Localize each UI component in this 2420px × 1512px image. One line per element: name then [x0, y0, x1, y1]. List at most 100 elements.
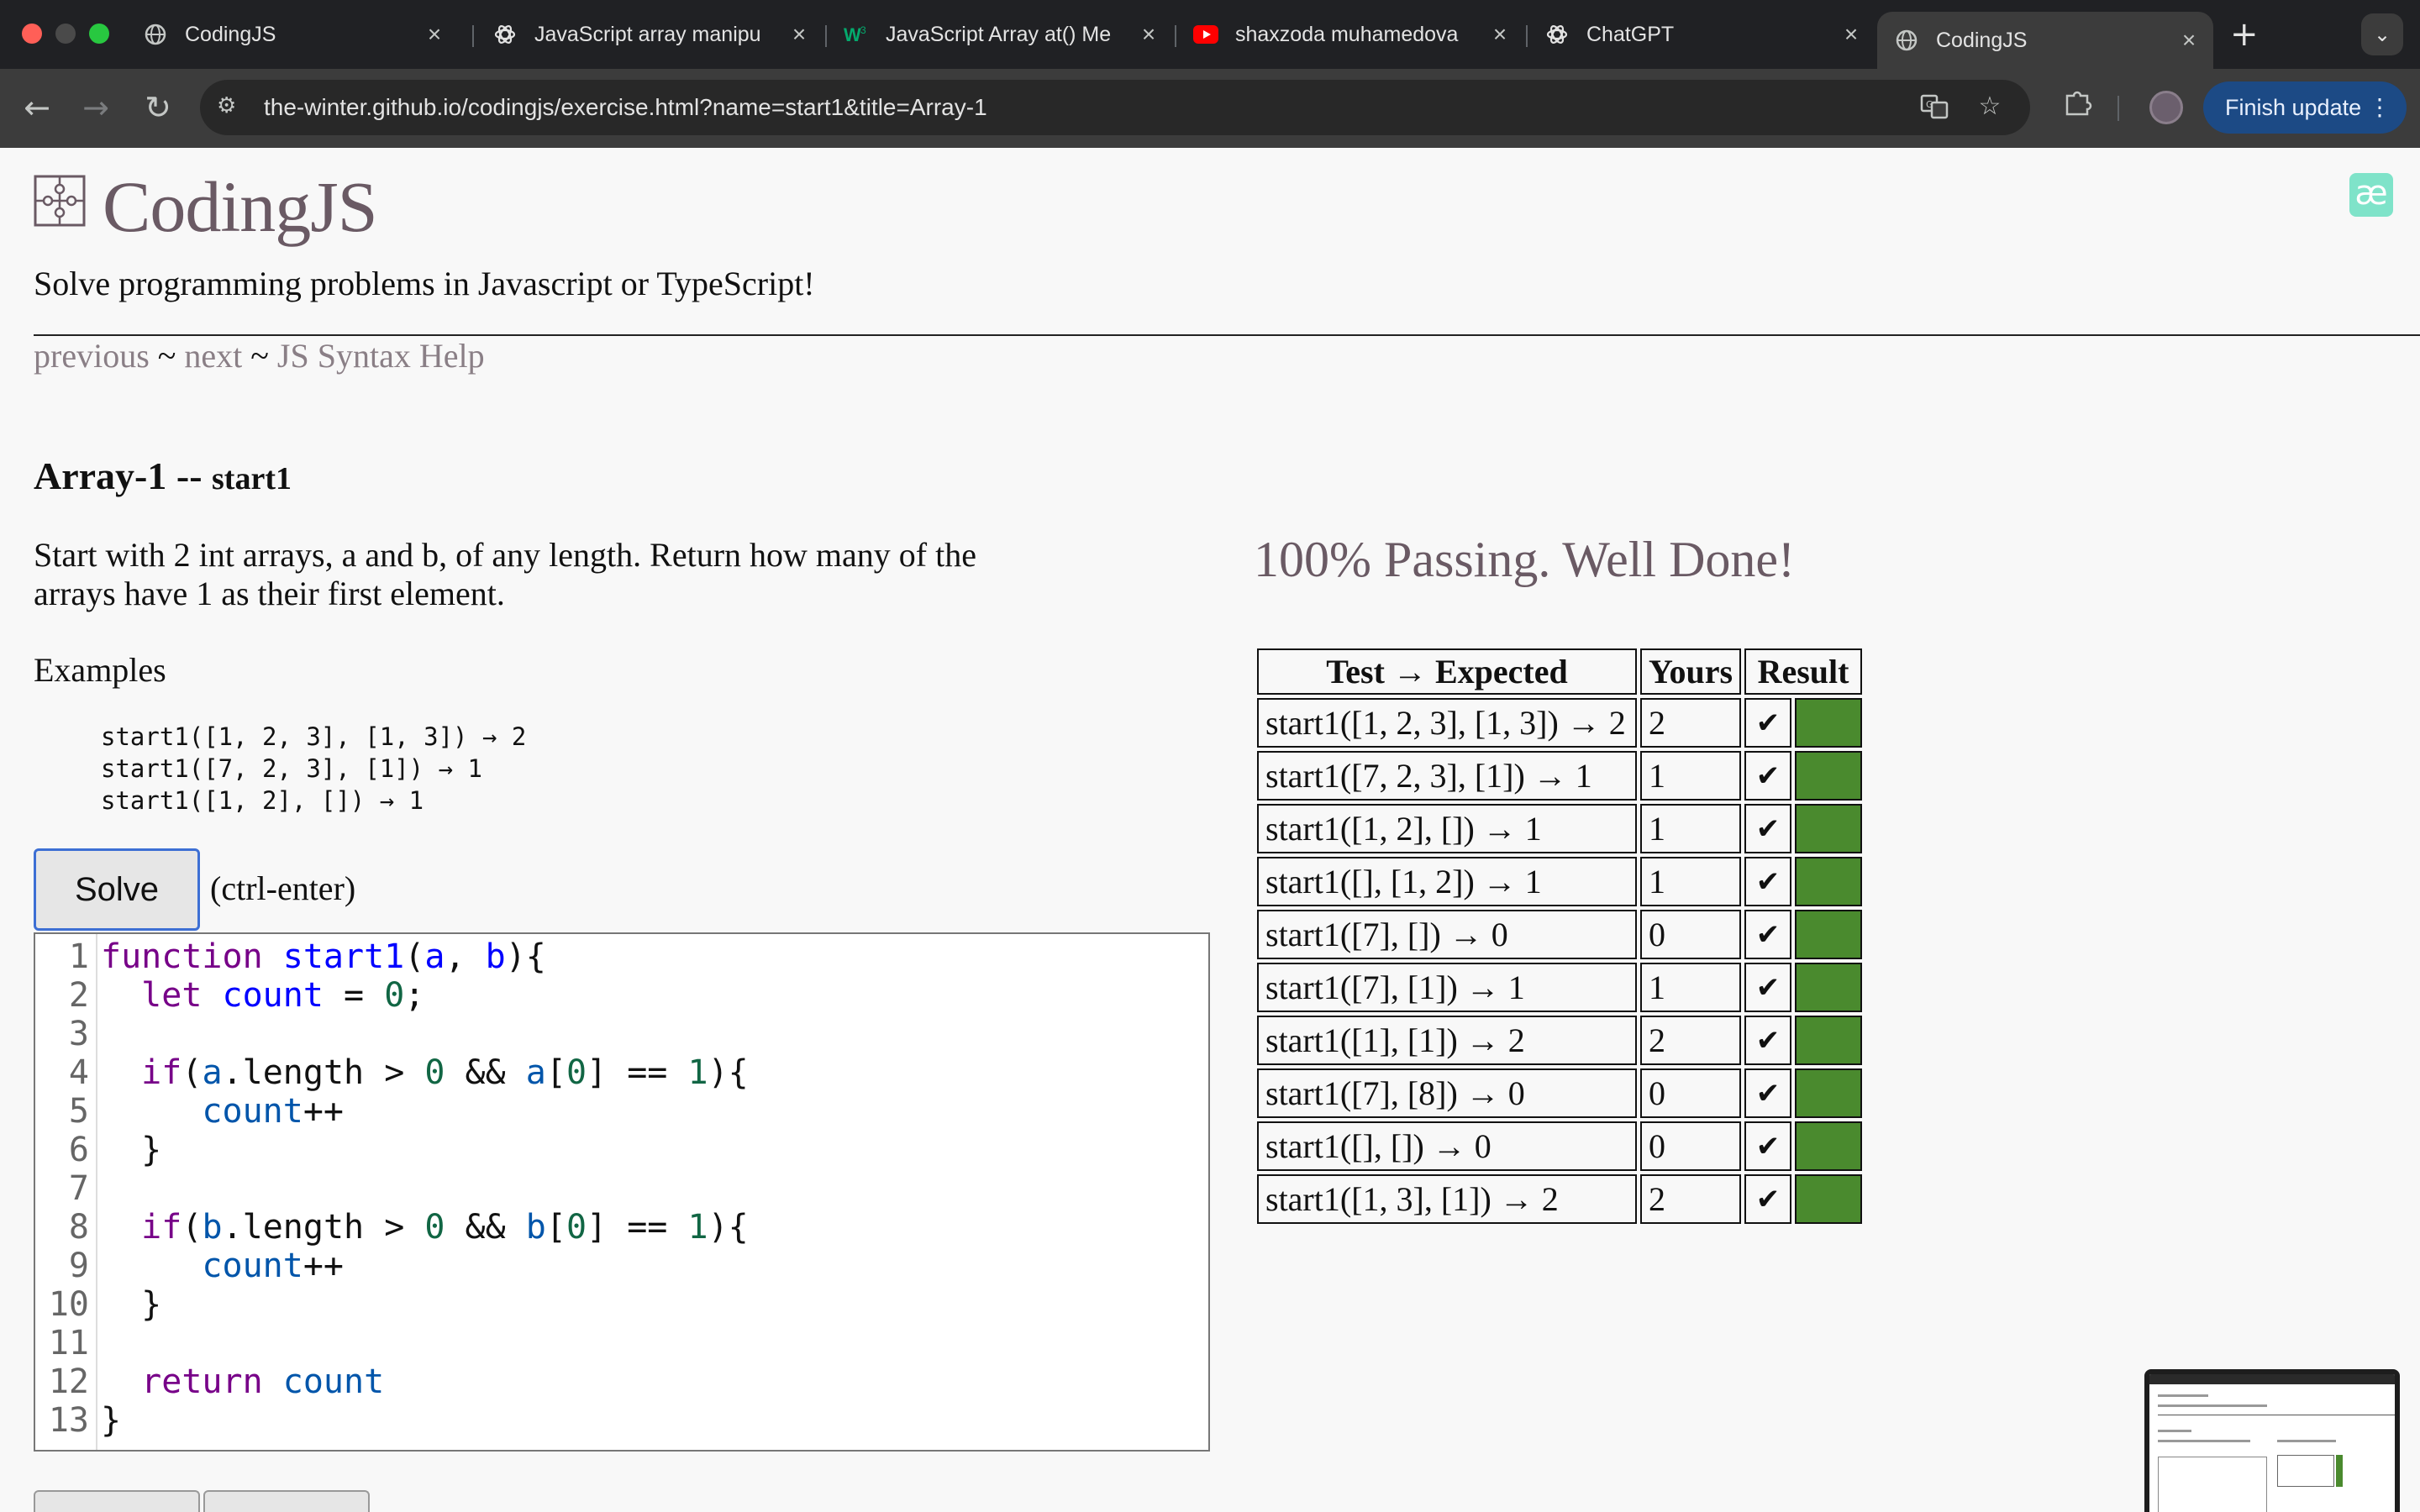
finish-update-button[interactable]: Finish update ⋮	[2203, 81, 2407, 134]
test-expected-cell: start1([7], [8]) → 0	[1257, 1068, 1637, 1118]
code-line[interactable]: let count = 0;	[101, 976, 749, 1015]
minimize-window-button[interactable]	[55, 24, 76, 44]
gutter-border	[96, 934, 97, 1450]
code-line[interactable]: count++	[101, 1092, 749, 1131]
extra-button[interactable]	[34, 1490, 200, 1512]
pass-indicator	[1797, 1123, 1861, 1169]
nav-separator: ~	[149, 337, 185, 375]
check-mark-icon: ✔	[1744, 910, 1792, 959]
yours-cell: 1	[1640, 751, 1742, 801]
line-number: 11	[48, 1324, 89, 1362]
example-line: start1([7, 2, 3], [1]) → 1	[101, 754, 482, 783]
code-line[interactable]	[101, 1169, 749, 1208]
close-tab-icon[interactable]: ×	[1136, 21, 1161, 48]
close-tab-icon[interactable]: ×	[786, 21, 812, 48]
finish-update-label: Finish update	[2225, 95, 2362, 120]
tab-codingjs-1[interactable]: CodingJS ×	[126, 12, 459, 57]
result-status-cell	[1795, 857, 1863, 906]
reload-icon[interactable]: ↻	[134, 84, 182, 131]
line-number: 12	[48, 1362, 89, 1401]
yours-cell: 1	[1640, 963, 1742, 1012]
tab-codingjs-active[interactable]: CodingJS ×	[1877, 12, 2213, 69]
code-text[interactable]: function start1(a, b){ let count = 0; if…	[101, 937, 749, 1440]
solve-button[interactable]: Solve	[34, 848, 200, 931]
code-line[interactable]: return count	[101, 1362, 749, 1401]
forward-arrow-icon[interactable]: →	[72, 84, 119, 131]
results-table: Test → Expected Yours Result start1([1, …	[1254, 645, 1865, 1227]
extra-button[interactable]	[203, 1490, 370, 1512]
tab-chatgpt[interactable]: ChatGPT ×	[1528, 12, 1876, 57]
yours-cell: 2	[1640, 1016, 1742, 1065]
close-tab-icon[interactable]: ×	[2176, 27, 2202, 54]
exercise-title: Array-1 -- start1	[34, 454, 292, 498]
tab-js-array-at[interactable]: W3 JavaScript Array at() Me ×	[827, 12, 1173, 57]
code-line[interactable]	[101, 1015, 749, 1053]
results-header-row: Test → Expected Yours Result	[1257, 648, 1863, 695]
examples-heading: Examples	[34, 651, 166, 689]
code-line[interactable]: if(a.length > 0 && a[0] == 1){	[101, 1053, 749, 1092]
code-line[interactable]	[101, 1324, 749, 1362]
site-info-icon[interactable]: ⚙	[217, 93, 245, 122]
code-line[interactable]: }	[101, 1285, 749, 1324]
close-tab-icon[interactable]: ×	[422, 21, 447, 48]
header-result: Result	[1744, 648, 1863, 695]
zoom-window-button[interactable]	[89, 24, 109, 44]
ae-extension-icon[interactable]: æ	[2349, 173, 2393, 217]
code-line[interactable]: }	[101, 1131, 749, 1169]
check-mark-icon: ✔	[1744, 963, 1792, 1012]
previous-link[interactable]: previous	[34, 337, 150, 375]
shortcut-hint: (ctrl-enter)	[210, 869, 356, 907]
line-number: 4	[68, 1053, 89, 1092]
result-row: start1([7], []) → 0 0 ✔	[1257, 910, 1863, 959]
code-line[interactable]: count++	[101, 1247, 749, 1285]
tab-search-button[interactable]: ⌄	[2361, 13, 2403, 55]
result-status-cell	[1795, 751, 1863, 801]
back-arrow-icon[interactable]: ←	[13, 84, 60, 131]
close-tab-icon[interactable]: ×	[1839, 21, 1864, 48]
line-number: 2	[68, 976, 89, 1015]
result-row: start1([1, 2], []) → 1 1 ✔	[1257, 804, 1863, 853]
yours-cell: 2	[1640, 1174, 1742, 1224]
yours-cell: 0	[1640, 1068, 1742, 1118]
line-number: 6	[68, 1131, 89, 1169]
syntax-help-link[interactable]: JS Syntax Help	[277, 337, 485, 375]
check-mark-icon: ✔	[1744, 1068, 1792, 1118]
extensions-icon[interactable]	[2057, 87, 2097, 128]
code-line[interactable]: if(b.length > 0 && b[0] == 1){	[101, 1208, 749, 1247]
check-mark-icon: ✔	[1744, 751, 1792, 801]
tab-youtube[interactable]: shaxzoda muhamedova ×	[1176, 12, 1524, 57]
test-expected-cell: start1([1], [1]) → 2	[1257, 1016, 1637, 1065]
tab-js-array-manipulation[interactable]: JavaScript array manipu ×	[476, 12, 823, 57]
more-menu-icon[interactable]: ⋮	[2368, 81, 2391, 134]
code-line[interactable]: }	[101, 1401, 749, 1440]
url-text[interactable]: the-winter.github.io/codingjs/exercise.h…	[264, 80, 987, 135]
code-editor[interactable]: 1 2 3 4 5 6 7 8 9 10 11 12 13 function s…	[34, 932, 1210, 1452]
address-bar[interactable]: ⚙ the-winter.github.io/codingjs/exercise…	[200, 80, 2030, 135]
test-expected-cell: start1([1, 2, 3], [1, 3]) → 2	[1257, 698, 1637, 748]
test-expected-cell: start1([7, 2, 3], [1]) → 1	[1257, 751, 1637, 801]
profile-avatar[interactable]	[2149, 91, 2183, 124]
examples-list: start1([1, 2, 3], [1, 3]) → 2 start1([7, …	[101, 721, 526, 816]
bookmark-star-icon[interactable]: ☆	[1973, 92, 2007, 125]
test-expected-cell: start1([7], []) → 0	[1257, 910, 1637, 959]
test-expected-cell: start1([7], [1]) → 1	[1257, 963, 1637, 1012]
close-tab-icon[interactable]: ×	[1487, 21, 1512, 48]
pass-indicator	[1797, 964, 1861, 1011]
pass-indicator	[1797, 753, 1861, 799]
globe-icon	[143, 22, 168, 47]
pass-indicator	[1797, 858, 1861, 905]
nav-separator: ~	[242, 337, 277, 375]
check-mark-icon: ✔	[1744, 1174, 1792, 1224]
page-content: CodingJS æ Solve programming problems in…	[0, 148, 2420, 1512]
youtube-icon	[1193, 22, 1218, 47]
code-line[interactable]: function start1(a, b){	[101, 937, 749, 976]
close-window-button[interactable]	[22, 24, 42, 44]
browser-tabstrip: CodingJS × JavaScript array manipu × W3 …	[0, 0, 2420, 69]
yours-cell: 2	[1640, 698, 1742, 748]
exercise-group: Array-1	[34, 454, 167, 497]
picture-in-picture-preview[interactable]	[2144, 1369, 2400, 1512]
next-link[interactable]: next	[184, 337, 242, 375]
line-number: 9	[68, 1247, 89, 1285]
translate-icon[interactable]: G	[1918, 92, 1951, 125]
new-tab-button[interactable]: +	[2230, 15, 2259, 54]
